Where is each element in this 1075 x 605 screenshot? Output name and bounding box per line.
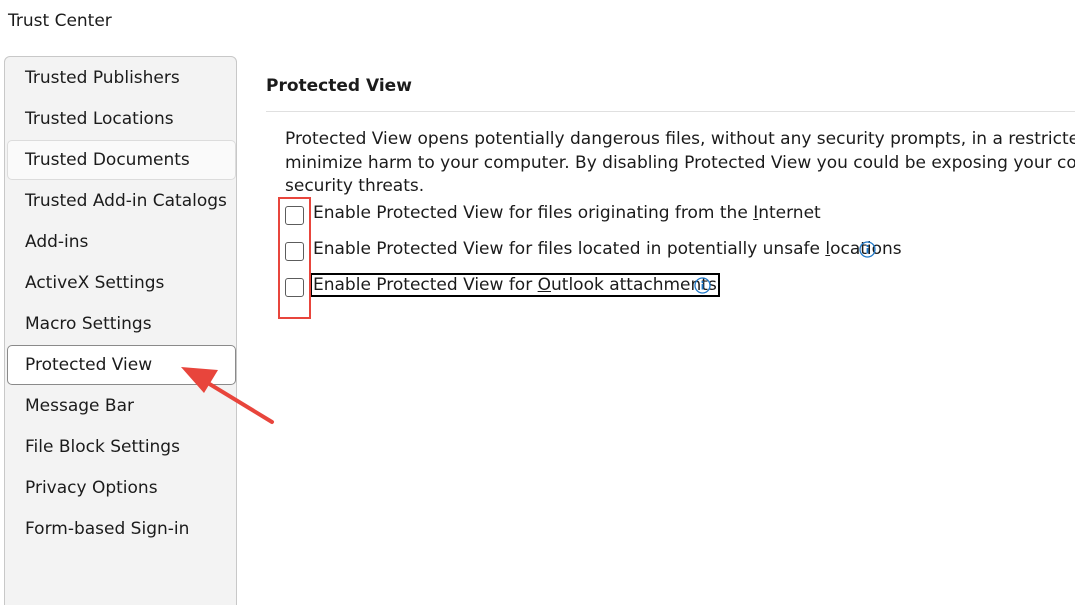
trust-center-window: Trust Center Trusted Publishers Trusted … [0,0,1075,605]
label-text: Enable Protected View for files originat… [313,203,754,223]
section-title: Protected View [266,76,412,96]
description-text: Protected View opens potentially dangero… [285,128,1075,199]
info-circle-icon[interactable] [859,241,876,258]
checkbox-outlook-attachments[interactable] [285,278,304,297]
sidebar-item-activex-settings[interactable]: ActiveX Settings [7,263,236,303]
access-key: O [537,275,551,295]
label-text: utlook attachments [551,275,717,295]
sidebar-item-privacy-options[interactable]: Privacy Options [7,468,236,508]
label-text: Enable Protected View for files located … [313,239,826,259]
checkbox-unsafe-locations[interactable] [285,242,304,261]
sidebar-item-macro-settings[interactable]: Macro Settings [7,304,236,344]
sidebar-nav: Trusted Publishers Trusted Locations Tru… [4,56,237,605]
description-line: Protected View opens potentially dangero… [285,129,1075,149]
sidebar-item-trusted-locations[interactable]: Trusted Locations [7,99,236,139]
label-text: Enable Protected View for [313,275,538,295]
sidebar-item-trusted-publishers[interactable]: Trusted Publishers [7,58,236,98]
sidebar-item-form-based-sign-in[interactable]: Form-based Sign-in [7,509,236,549]
sidebar-item-file-block-settings[interactable]: File Block Settings [7,427,236,467]
sidebar-item-protected-view[interactable]: Protected View [7,345,236,385]
checkbox-internet-files[interactable] [285,206,304,225]
sidebar-item-message-bar[interactable]: Message Bar [7,386,236,426]
description-line: minimize harm to your computer. By disab… [285,152,1075,173]
section-divider [266,111,1075,112]
option-label-outlook-attachments[interactable]: Enable Protected View for Outlook attach… [310,273,720,297]
description-line: security threats. [285,176,425,196]
sidebar-item-trusted-documents[interactable]: Trusted Documents [7,140,236,180]
option-label-unsafe-locations[interactable]: Enable Protected View for files located … [313,239,902,259]
label-text: nternet [758,203,821,223]
main-panel: Protected View Protected View opens pote… [237,56,1075,605]
option-label-internet-files[interactable]: Enable Protected View for files originat… [313,203,821,223]
sidebar-item-trusted-add-in-catalogs[interactable]: Trusted Add-in Catalogs [7,181,236,221]
info-circle-icon[interactable] [694,277,711,294]
sidebar-item-add-ins[interactable]: Add-ins [7,222,236,262]
window-title: Trust Center [8,11,112,31]
